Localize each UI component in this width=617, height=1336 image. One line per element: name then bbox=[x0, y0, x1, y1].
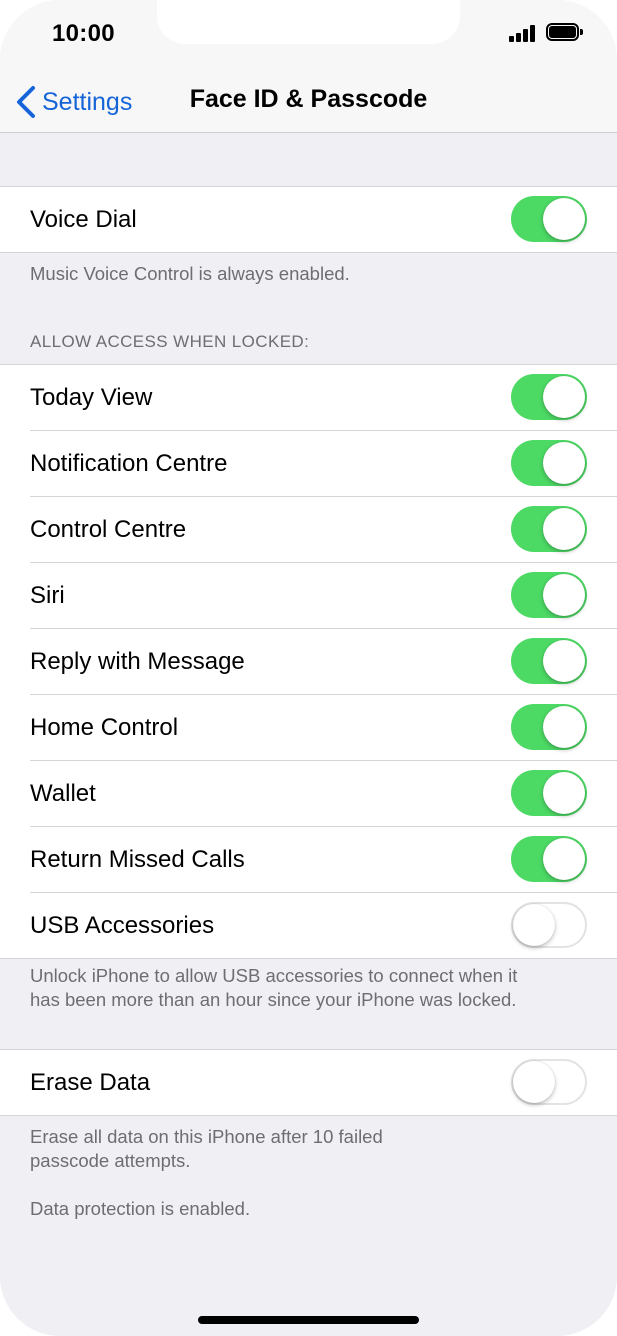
notification-centre-toggle[interactable] bbox=[511, 440, 587, 486]
row-label: Return Missed Calls bbox=[30, 845, 245, 873]
usb-footer-line-1: Unlock iPhone to allow USB accessories t… bbox=[30, 965, 518, 986]
row-label: Wallet bbox=[30, 779, 96, 807]
back-button[interactable]: Settings bbox=[14, 72, 132, 132]
row-label: Home Control bbox=[30, 713, 179, 741]
wallet-toggle[interactable] bbox=[511, 770, 587, 816]
voice-dial-group: Voice Dial bbox=[0, 186, 617, 253]
erase-footer-line-1: Erase all data on this iPhone after 10 f… bbox=[30, 1126, 383, 1147]
status-time: 10:00 bbox=[52, 20, 115, 47]
reply-with-message-toggle[interactable] bbox=[511, 638, 587, 684]
status-bar: 10:00 bbox=[0, 0, 617, 72]
home-indicator[interactable] bbox=[198, 1316, 419, 1324]
settings-row-usb-accessories: USB Accessories bbox=[0, 892, 617, 958]
today-view-toggle[interactable] bbox=[511, 374, 587, 420]
row-label: Notification Centre bbox=[30, 449, 228, 477]
row-label: Control Centre bbox=[30, 515, 187, 543]
chevron-left-icon bbox=[17, 86, 35, 118]
battery-icon bbox=[546, 23, 584, 43]
row-label: Reply with Message bbox=[30, 647, 245, 675]
erase-footer-line-2: passcode attempts. bbox=[30, 1150, 191, 1171]
voice-control-footer: Music Voice Control is always enabled. bbox=[30, 263, 350, 284]
usb-accessories-footer: Unlock iPhone to allow USB accessories t… bbox=[30, 964, 590, 1012]
settings-row-today-view: Today View bbox=[0, 365, 617, 430]
settings-row-erase-data: Erase Data bbox=[0, 1050, 617, 1115]
row-label: USB Accessories bbox=[30, 911, 215, 939]
row-label: Voice Dial bbox=[30, 205, 137, 233]
navigation-bar: Settings Face ID & Passcode bbox=[0, 72, 617, 133]
row-label: Today View bbox=[30, 383, 153, 411]
usb-footer-line-2: has been more than an hour since your iP… bbox=[30, 989, 517, 1010]
settings-row-reply-with-message: Reply with Message bbox=[0, 628, 617, 694]
section-header-locked: ALLOW ACCESS WHEN LOCKED: bbox=[30, 332, 310, 351]
home-control-toggle[interactable] bbox=[511, 704, 587, 750]
return-missed-calls-toggle[interactable] bbox=[511, 836, 587, 882]
voice-dial-toggle[interactable] bbox=[511, 196, 587, 242]
settings-row-control-centre: Control Centre bbox=[0, 496, 617, 562]
settings-row-wallet: Wallet bbox=[0, 760, 617, 826]
settings-row-siri: Siri bbox=[0, 562, 617, 628]
erase-data-toggle[interactable] bbox=[511, 1059, 587, 1105]
siri-toggle[interactable] bbox=[511, 572, 587, 618]
data-protection-status: Data protection is enabled. bbox=[30, 1198, 251, 1219]
settings-row-voice-dial: Voice Dial bbox=[0, 187, 617, 252]
control-centre-toggle[interactable] bbox=[511, 506, 587, 552]
cellular-signal-icon bbox=[509, 24, 537, 42]
settings-row-home-control: Home Control bbox=[0, 694, 617, 760]
erase-data-footer: Erase all data on this iPhone after 10 f… bbox=[30, 1125, 590, 1173]
phone-screen: 10:00 Settings Face ID & Passcode Voice … bbox=[0, 0, 617, 1336]
back-button-label: Settings bbox=[42, 87, 133, 116]
settings-row-notification-centre: Notification Centre bbox=[0, 430, 617, 496]
row-label: Erase Data bbox=[30, 1068, 151, 1096]
notch bbox=[157, 0, 460, 44]
settings-row-return-missed-calls: Return Missed Calls bbox=[0, 826, 617, 892]
row-label: Siri bbox=[30, 581, 65, 609]
locked-access-group: Today View Notification Centre Control C… bbox=[0, 364, 617, 959]
usb-accessories-toggle[interactable] bbox=[511, 902, 587, 948]
erase-data-group: Erase Data bbox=[0, 1049, 617, 1116]
